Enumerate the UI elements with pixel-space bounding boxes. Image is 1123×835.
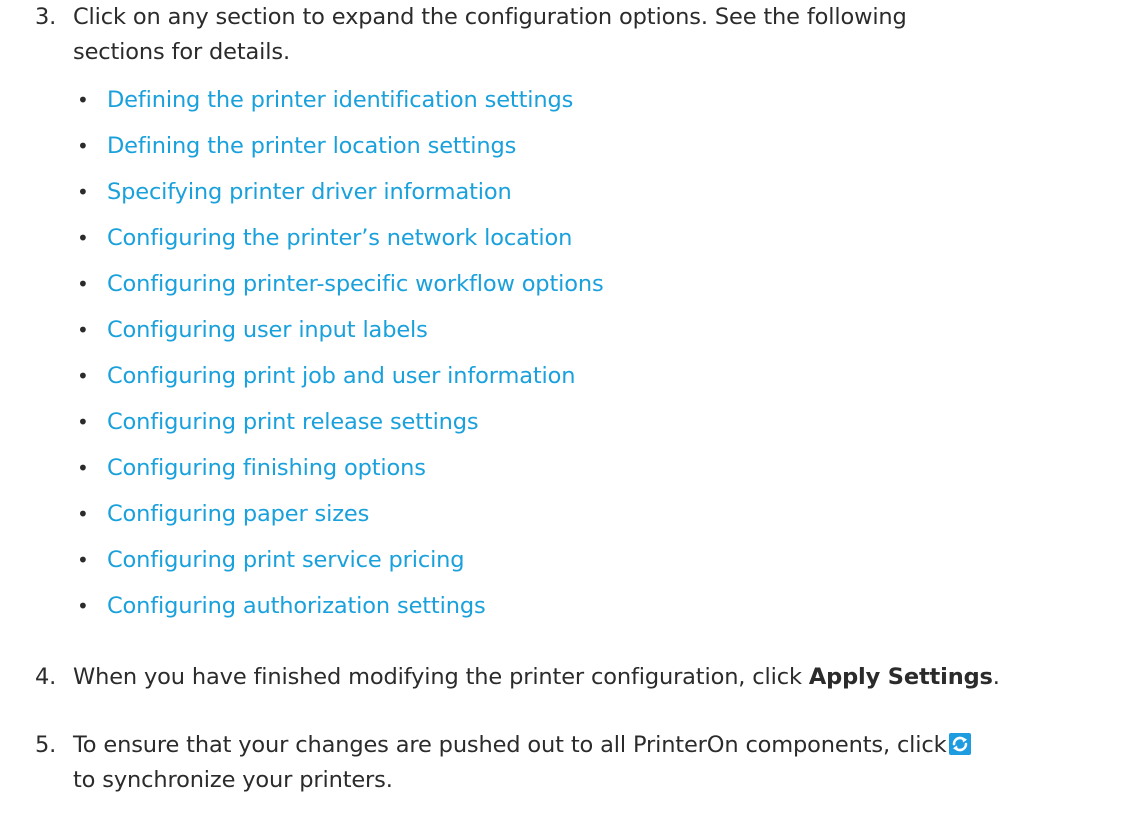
list-item: • Configuring printer-specific workflow o… — [0, 261, 1123, 307]
list-item: • Configuring finishing options — [0, 445, 1123, 491]
link-workflow-options[interactable]: Configuring printer-specific workflow op… — [107, 261, 604, 307]
list-item: • Configuring paper sizes — [0, 491, 1123, 537]
link-paper-sizes[interactable]: Configuring paper sizes — [107, 491, 369, 537]
list-item: • Defining the printer identification set… — [0, 77, 1123, 123]
link-print-service-pricing[interactable]: Configuring print service pricing — [107, 537, 465, 583]
step-4: 4. When you have finished modifying the … — [0, 660, 1123, 695]
bullet: • — [77, 88, 89, 112]
section-links-list: • Defining the printer identification set… — [0, 77, 1123, 629]
bullet: • — [77, 594, 89, 618]
step-number: 3. — [35, 4, 57, 30]
link-print-job-user-info[interactable]: Configuring print job and user informati… — [107, 353, 576, 399]
step-5: 5. To ensure that your changes are pushe… — [0, 728, 1123, 798]
step-text-line: To ensure that your changes are pushed o… — [73, 728, 1123, 763]
bullet: • — [77, 134, 89, 158]
step-number: 4. — [35, 664, 57, 690]
bullet: • — [77, 226, 89, 250]
bullet: • — [77, 548, 89, 572]
bullet: • — [77, 456, 89, 480]
link-printer-location[interactable]: Defining the printer location settings — [107, 123, 516, 169]
bullet: • — [77, 502, 89, 526]
list-item: • Configuring authorization settings — [0, 583, 1123, 629]
apply-settings-label: Apply Settings — [808, 664, 993, 690]
step-text-line: Click on any section to expand the confi… — [73, 4, 907, 30]
link-printer-identification[interactable]: Defining the printer identification sett… — [107, 77, 573, 123]
sync-icon — [949, 731, 972, 755]
list-item: • Configuring print release settings — [0, 399, 1123, 445]
list-item: • Configuring user input labels — [0, 307, 1123, 353]
bullet: • — [77, 318, 89, 342]
step-text-line: sections for details. — [73, 39, 290, 65]
step-text-line: When you have finished modifying the pri… — [73, 660, 1123, 695]
link-network-location[interactable]: Configuring the printer’s network locati… — [107, 215, 572, 261]
step-3: 3. Click on any section to expand the co… — [0, 0, 1123, 70]
link-finishing-options[interactable]: Configuring finishing options — [107, 445, 426, 491]
list-item: • Specifying printer driver information — [0, 169, 1123, 215]
link-print-release[interactable]: Configuring print release settings — [107, 399, 479, 445]
list-item: • Configuring the printer’s network locat… — [0, 215, 1123, 261]
bullet: • — [77, 364, 89, 388]
step-text-line: to synchronize your printers. — [73, 767, 393, 793]
list-item: • Configuring print job and user informat… — [0, 353, 1123, 399]
link-user-input-labels[interactable]: Configuring user input labels — [107, 307, 428, 353]
list-item: • Defining the printer location settings — [0, 123, 1123, 169]
list-item: • Configuring print service pricing — [0, 537, 1123, 583]
link-authorization-settings[interactable]: Configuring authorization settings — [107, 583, 486, 629]
bullet: • — [77, 410, 89, 434]
step-text: When you have finished modifying the pri… — [73, 664, 809, 690]
step-text: To ensure that your changes are pushed o… — [73, 732, 947, 758]
link-printer-driver[interactable]: Specifying printer driver information — [107, 169, 512, 215]
bullet: • — [77, 272, 89, 296]
step-number: 5. — [35, 732, 57, 758]
step-text-end: . — [992, 664, 1000, 690]
bullet: • — [77, 180, 89, 204]
